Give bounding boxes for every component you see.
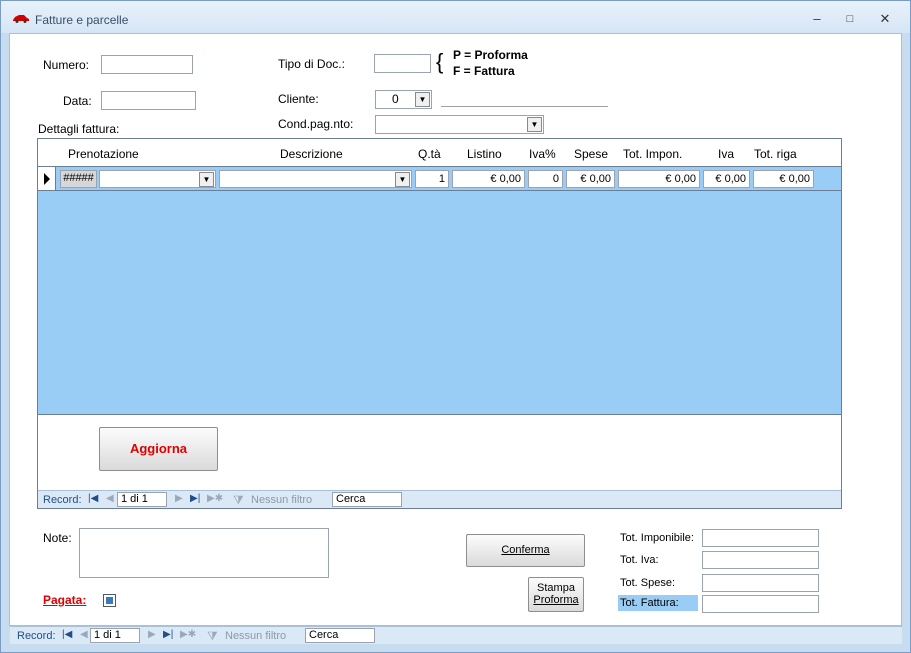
col-qta: Q.tà	[418, 147, 441, 161]
tot-iva-field	[702, 551, 819, 569]
numero-label: Numero:	[43, 58, 90, 72]
qta-cell[interactable]: 1	[415, 170, 449, 188]
filter-icon: ⧩	[207, 629, 218, 643]
close-icon[interactable]: ✕	[874, 10, 896, 28]
col-iva: Iva	[718, 147, 735, 161]
aggiorna-button[interactable]: Aggiorna	[99, 427, 218, 471]
combo-arrow-icon[interactable]: ▼	[395, 172, 410, 187]
col-tot-riga: Tot. riga	[754, 147, 797, 161]
next-record-icon[interactable]: ▶	[175, 493, 183, 504]
col-spese: Spese	[574, 147, 609, 161]
spese-cell[interactable]: € 0,00	[566, 170, 615, 188]
tot-iva-label: Tot. Iva:	[620, 554, 659, 566]
col-iva-perc: Iva%	[529, 147, 556, 161]
record-position[interactable]: 1 di 1	[90, 628, 140, 643]
prev-record-icon[interactable]: ◀	[106, 493, 114, 504]
filter-status[interactable]: Nessun filtro	[251, 494, 312, 506]
subform-header: Prenotazione Descrizione Q.tà Listino Iv…	[38, 139, 841, 166]
tot-spese-label: Tot. Spese:	[620, 577, 676, 589]
pagata-checkbox[interactable]	[103, 594, 116, 607]
cond-pag-label: Cond.pag.nto:	[278, 117, 354, 131]
stampa-proforma-button[interactable]: Stampa Proforma	[528, 577, 584, 612]
app-window: Fatture e parcelle – □ ✕ Numero: Data: T…	[0, 0, 911, 653]
subform-record-navigator: Record: |◀ ◀ 1 di 1 ▶ ▶| ▶✱ ⧩ Nessun fil…	[38, 490, 841, 508]
combo-arrow-icon[interactable]: ▼	[527, 117, 542, 132]
last-record-icon[interactable]: ▶|	[163, 629, 173, 640]
tot-riga-cell: € 0,00	[753, 170, 814, 188]
filter-icon: ⧩	[233, 493, 244, 507]
subform-footer: Aggiorna	[38, 416, 841, 489]
note-label: Note:	[43, 531, 72, 545]
row-id-cell: #####	[60, 170, 97, 188]
iva-cell: € 0,00	[703, 170, 750, 188]
record-position[interactable]: 1 di 1	[117, 492, 167, 507]
first-record-icon[interactable]: |◀	[88, 493, 98, 504]
filter-status[interactable]: Nessun filtro	[225, 630, 286, 642]
record-selector[interactable]	[38, 167, 56, 190]
numero-field[interactable]	[101, 55, 193, 74]
tot-spese-field	[702, 574, 819, 592]
title-bar: Fatture e parcelle – □ ✕	[1, 1, 910, 33]
cond-pag-combo[interactable]	[375, 115, 544, 134]
cliente-name-underline	[441, 106, 608, 107]
col-descrizione: Descrizione	[280, 147, 343, 161]
search-input[interactable]: Cerca	[332, 492, 402, 507]
tipo-doc-label: Tipo di Doc.:	[278, 57, 345, 71]
record-label: Record:	[17, 630, 56, 642]
maximize-icon[interactable]: □	[839, 10, 861, 28]
main-record-navigator: Record: |◀ ◀ 1 di 1 ▶ ▶| ▶✱ ⧩ Nessun fil…	[10, 626, 902, 644]
car-icon	[13, 15, 29, 23]
combo-arrow-icon[interactable]: ▼	[415, 92, 430, 107]
subform-detail: ##### ▼ ▼ 1 € 0,00 0 € 0,00 € 0,00 € 0,0…	[38, 166, 841, 415]
tot-impon-cell: € 0,00	[618, 170, 700, 188]
new-record-icon[interactable]: ▶✱	[207, 493, 223, 504]
col-listino: Listino	[467, 147, 502, 161]
note-field[interactable]	[79, 528, 329, 578]
stampa-label: Stampa	[537, 582, 575, 594]
col-prenotazione: Prenotazione	[68, 147, 139, 161]
data-field[interactable]	[101, 91, 196, 110]
pagata-label: Pagata:	[43, 593, 87, 607]
minimize-icon[interactable]: –	[806, 10, 828, 28]
legend-fattura: F = Fattura	[453, 64, 515, 78]
data-label: Data:	[63, 94, 92, 108]
next-record-icon[interactable]: ▶	[148, 629, 156, 640]
cliente-label: Cliente:	[278, 92, 319, 106]
descrizione-combo[interactable]	[219, 170, 412, 188]
tot-fattura-field	[702, 595, 819, 613]
record-selector-icon	[44, 173, 50, 185]
first-record-icon[interactable]: |◀	[62, 629, 72, 640]
window-title: Fatture e parcelle	[35, 13, 129, 27]
tot-imponibile-label: Tot. Imponibile:	[620, 532, 694, 544]
record-label: Record:	[43, 494, 82, 506]
tipo-doc-field[interactable]	[374, 54, 431, 73]
table-row[interactable]: ##### ▼ ▼ 1 € 0,00 0 € 0,00 € 0,00 € 0,0…	[38, 167, 841, 191]
conferma-button[interactable]: Conferma	[466, 534, 585, 567]
tot-fattura-label: Tot. Fattura:	[618, 595, 698, 611]
brace-symbol: {	[436, 49, 444, 74]
tot-imponibile-field	[702, 529, 819, 547]
new-record-icon[interactable]: ▶✱	[180, 629, 196, 640]
search-input[interactable]: Cerca	[305, 628, 375, 643]
listino-cell[interactable]: € 0,00	[452, 170, 525, 188]
proforma-label: Proforma	[533, 594, 579, 606]
combo-arrow-icon[interactable]: ▼	[199, 172, 214, 187]
dettagli-subform: Prenotazione Descrizione Q.tà Listino Iv…	[37, 138, 842, 509]
last-record-icon[interactable]: ▶|	[190, 493, 200, 504]
prev-record-icon[interactable]: ◀	[80, 629, 88, 640]
dettagli-label: Dettagli fattura:	[38, 122, 120, 136]
col-tot-impon: Tot. Impon.	[623, 147, 683, 161]
iva-perc-cell[interactable]: 0	[528, 170, 563, 188]
legend-proforma: P = Proforma	[453, 48, 528, 62]
